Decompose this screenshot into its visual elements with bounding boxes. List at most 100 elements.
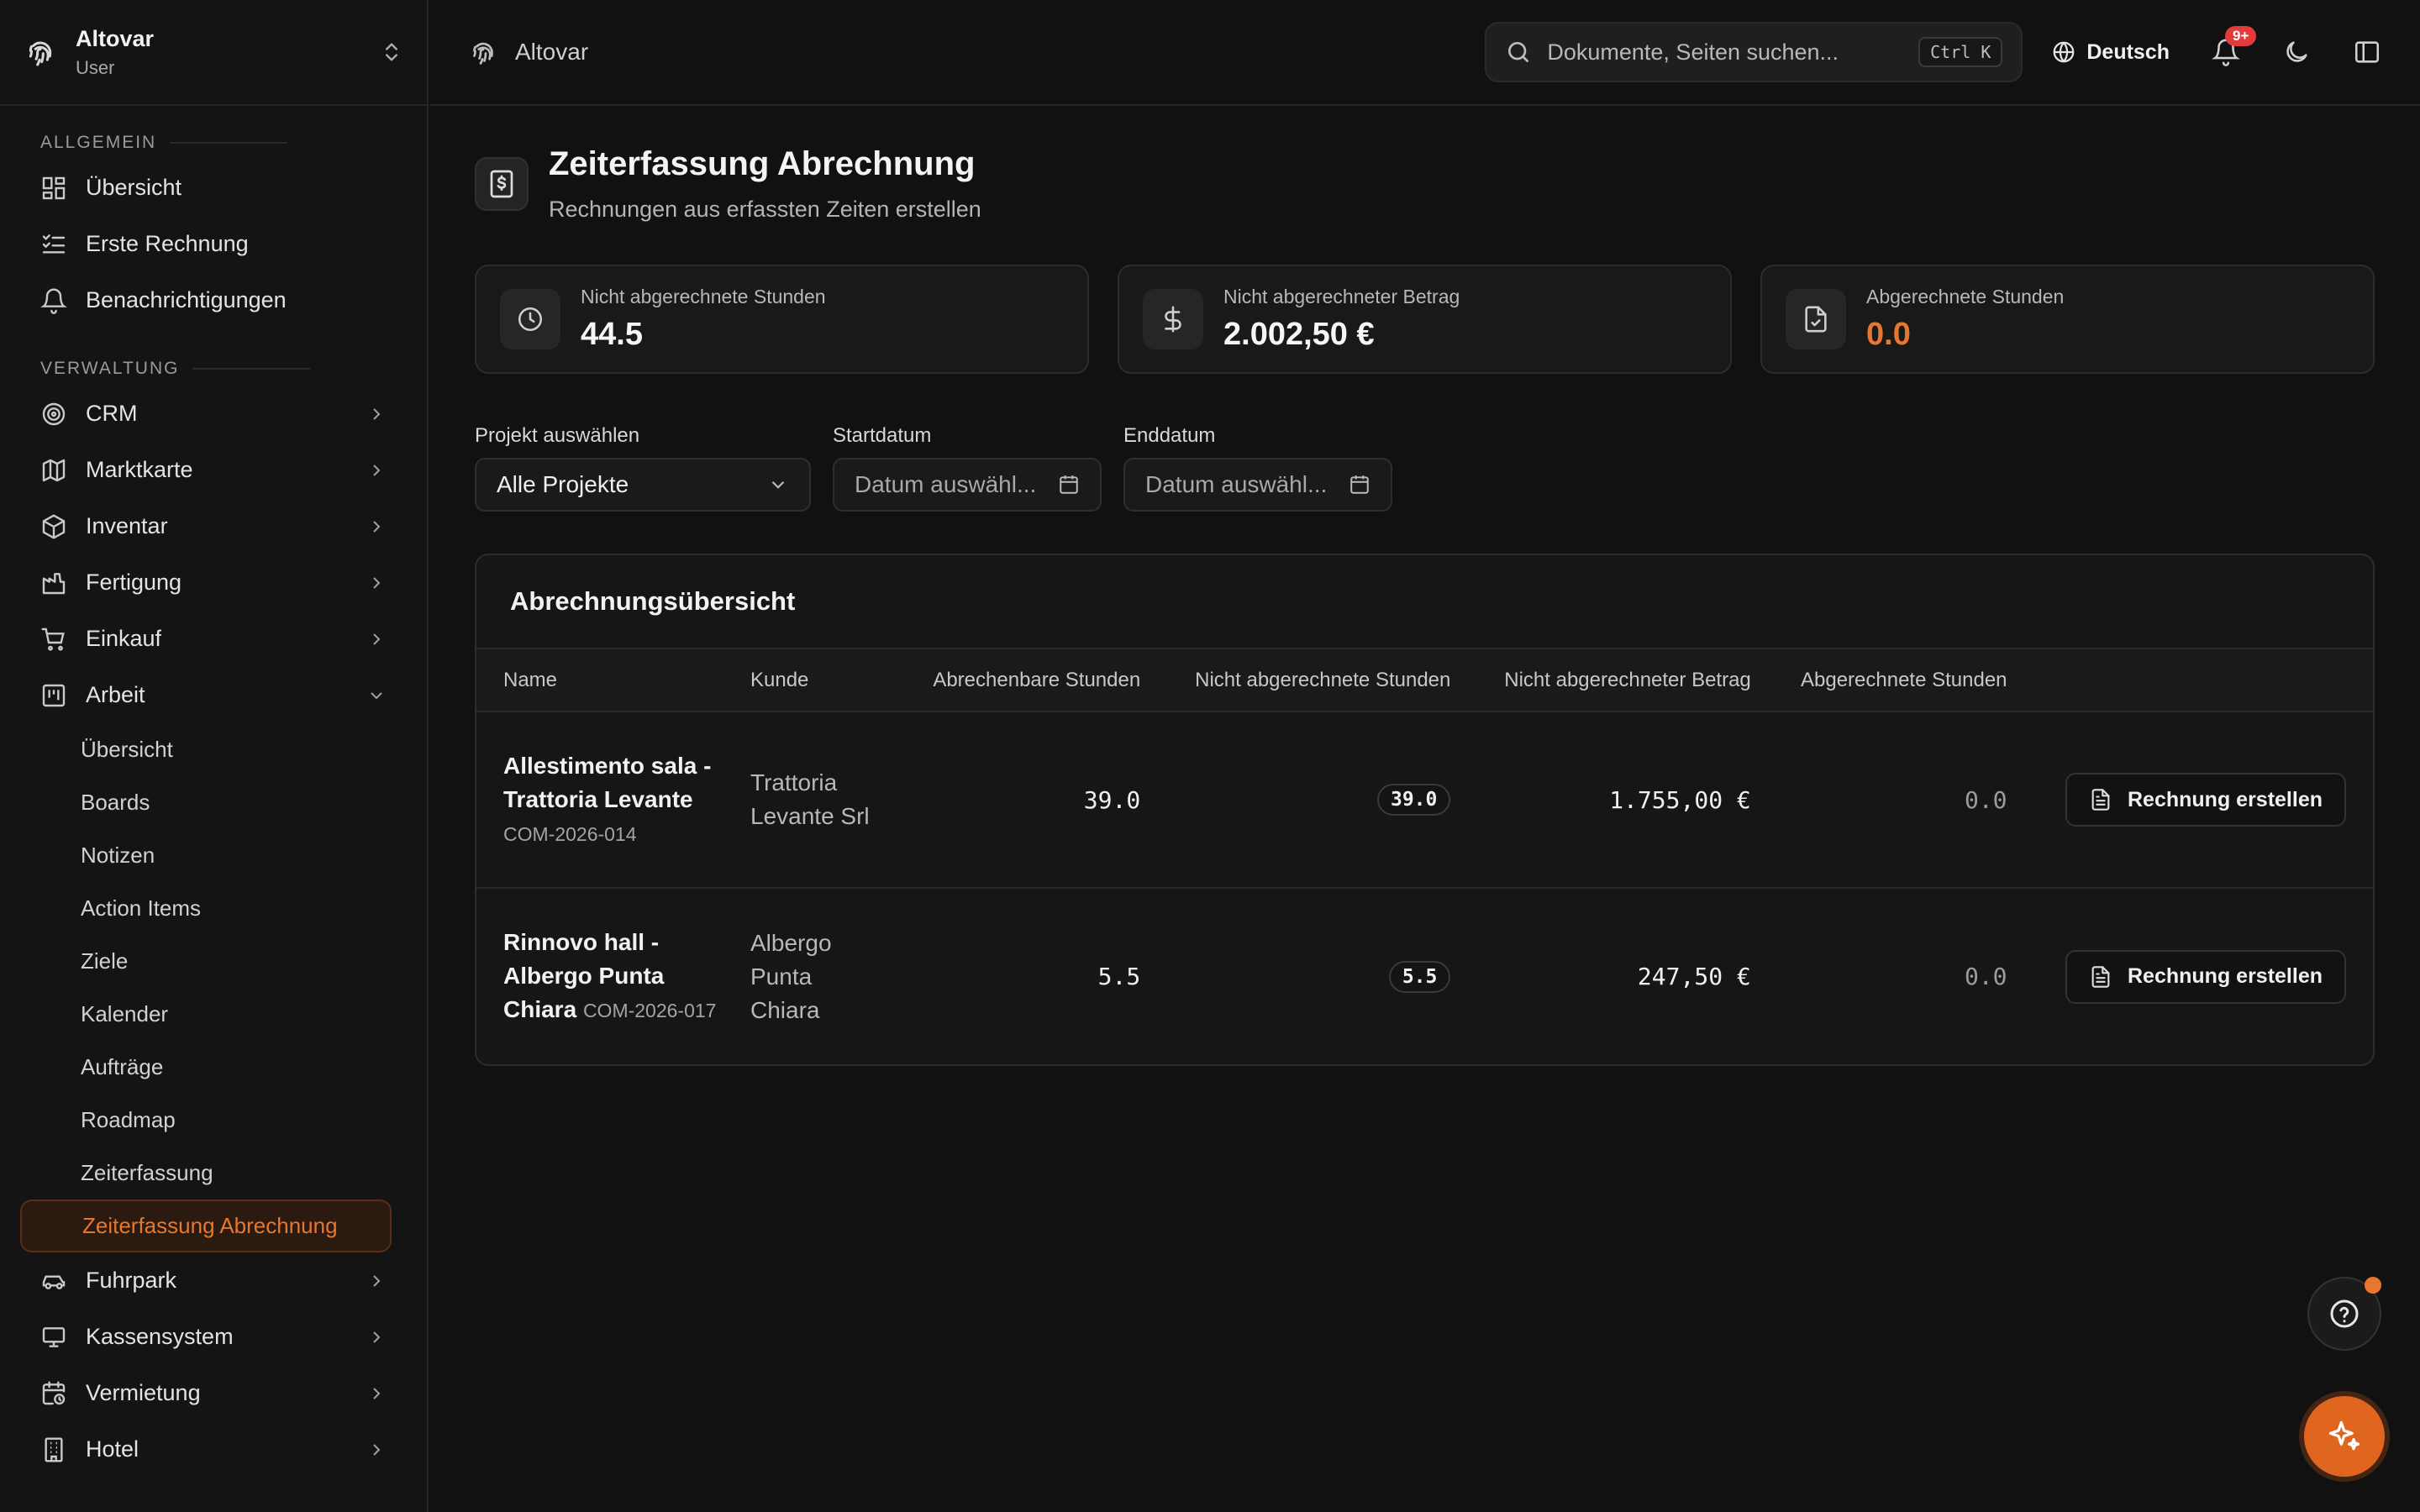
sidebar-item-hotel[interactable]: Hotel [0, 1421, 427, 1478]
column-header-kunde[interactable]: Kunde [737, 649, 897, 711]
stats-row: Nicht abgerechnete Stunden 44.5 Nicht ab… [475, 265, 2375, 374]
list-check-icon [42, 234, 66, 254]
language-switcher[interactable]: Deutsch [2051, 39, 2170, 65]
billable-hours: 5.5 [897, 887, 1155, 1064]
stat-value: 44.5 [581, 317, 643, 352]
sidebar-item-erste-rechnung[interactable]: Erste Rechnung [0, 216, 427, 272]
help-indicator-dot [2365, 1277, 2381, 1294]
sidebar-subitem-uebersicht[interactable]: Übersicht [0, 723, 427, 776]
sidebar-subitem-ziele[interactable]: Ziele [0, 935, 427, 988]
page-header: Zeiterfassung Abrechnung Rechnungen aus … [475, 140, 2375, 223]
receipt-icon [490, 170, 513, 198]
file-text-icon [2091, 965, 2110, 988]
sidebar-subitem-kalender[interactable]: Kalender [0, 988, 427, 1041]
project-name-cell: Allestimento sala - Trattoria Levante CO… [476, 711, 737, 888]
create-invoice-label: Rechnung erstellen [2128, 787, 2323, 811]
unbilled-amount: 247,50 € [1464, 887, 1765, 1064]
sidebar: Altovar User ALLGEMEIN Übersicht Erste R… [0, 0, 429, 1512]
theme-toggle-button[interactable] [2282, 38, 2311, 66]
notifications-button[interactable]: 9+ [2212, 26, 2257, 66]
shortcut-hint: Ctrl K [1918, 37, 2003, 67]
start-date-placeholder: Datum auswähl... [855, 471, 1037, 497]
project-filter-label: Projekt auswählen [475, 424, 640, 447]
customer-name: Albergo Punta Chiara [737, 887, 897, 1064]
sidebar-subitem-notizen[interactable]: Notizen [0, 829, 427, 882]
help-button[interactable] [2307, 1277, 2381, 1351]
ai-assistant-button[interactable] [2304, 1396, 2385, 1477]
moon-icon [2286, 41, 2307, 62]
project-name[interactable]: Allestimento sala - Trattoria Levante [503, 753, 711, 812]
billing-table: Name Kunde Abrechenbare Stunden Nicht ab… [476, 649, 2373, 1064]
sidebar-item-crm[interactable]: CRM [0, 386, 427, 442]
monitor-icon [42, 1326, 66, 1347]
sidebar-item-inventar[interactable]: Inventar [0, 498, 427, 554]
sidebar-item-kassensystem[interactable]: Kassensystem [0, 1309, 427, 1365]
sidebar-item-uebersicht[interactable]: Übersicht [0, 160, 427, 216]
billed-hours: 0.0 [1764, 711, 2021, 888]
project-code: COM-2026-014 [503, 822, 637, 845]
column-header-unbilled-amount[interactable]: Nicht abgerechneter Betrag [1464, 649, 1764, 711]
page-title: Zeiterfassung Abrechnung [549, 145, 976, 182]
topbar: Altovar Ctrl K Deutsch 9+ [429, 0, 2420, 106]
project-select[interactable]: Alle Projekte [475, 458, 811, 512]
stat-card-unbilled-amount: Nicht abgerechneter Betrag 2.002,50 € [1118, 265, 1732, 374]
chevron-right-icon [373, 1443, 381, 1456]
kanban-icon [42, 684, 66, 706]
sidebar-subitem-zeiterfassung-abrechnung[interactable]: Zeiterfassung Abrechnung [20, 1200, 392, 1252]
filter-row: Projekt auswählen Alle Projekte Startdat… [475, 424, 2375, 512]
chevron-right-icon [373, 1387, 381, 1399]
box-icon [42, 513, 66, 539]
create-invoice-button[interactable]: Rechnung erstellen [2065, 949, 2346, 1004]
dashboard-icon [42, 176, 66, 199]
project-name-cell: Rinnovo hall - Albergo Punta Chiara COM-… [476, 887, 737, 1064]
breadcrumb: Altovar [468, 37, 1485, 67]
workspace-switcher[interactable]: Altovar User [0, 0, 427, 106]
project-code: COM-2026-017 [582, 1000, 717, 1021]
sidebar-item-fuhrpark[interactable]: Fuhrpark [0, 1252, 427, 1309]
language-label: Deutsch [2086, 39, 2170, 64]
column-header-name[interactable]: Name [476, 649, 737, 711]
start-date-picker[interactable]: Datum auswähl... [833, 458, 1102, 512]
search-box[interactable]: Ctrl K [1485, 22, 2023, 82]
billing-overview-card: Abrechnungsübersicht Name Kunde Abrechen… [475, 554, 2375, 1066]
column-header-unbilled-hours[interactable]: Nicht abgerechnete Stunden [1154, 649, 1464, 711]
map-icon [42, 459, 66, 481]
end-date-picker[interactable]: Datum auswähl... [1123, 458, 1392, 512]
page-icon [475, 157, 529, 211]
sidebar-subitem-zeiterfassung[interactable]: Zeiterfassung [0, 1147, 427, 1200]
help-circle-icon [2330, 1299, 2359, 1328]
target-icon [42, 402, 66, 425]
factory-icon [42, 572, 66, 594]
sidebar-item-fertigung[interactable]: Fertigung [0, 554, 427, 611]
chevron-right-icon [373, 633, 381, 645]
toggle-sidebar-button[interactable] [2353, 38, 2381, 66]
chevrons-up-down-icon [386, 43, 397, 61]
sidebar-subitem-boards[interactable]: Boards [0, 776, 427, 829]
user-role: User [76, 56, 115, 78]
breadcrumb-label[interactable]: Altovar [515, 39, 588, 66]
unbilled-amount: 1.755,00 € [1464, 711, 1765, 888]
unbilled-hours-badge: 39.0 [1376, 784, 1451, 816]
sidebar-item-vermietung[interactable]: Vermietung [0, 1365, 427, 1421]
sidebar-item-einkauf[interactable]: Einkauf [0, 611, 427, 667]
sidebar-subitem-action-items[interactable]: Action Items [0, 882, 427, 935]
stat-value: 0.0 [1866, 317, 1911, 352]
sidebar-subitem-auftraege[interactable]: Aufträge [0, 1041, 427, 1094]
sidebar-subitem-roadmap[interactable]: Roadmap [0, 1094, 427, 1147]
column-header-billable-hours[interactable]: Abrechenbare Stunden [897, 649, 1154, 711]
section-allgemein: ALLGEMEIN [0, 126, 427, 160]
notification-badge: 9+ [2225, 26, 2257, 46]
sidebar-item-benachrichtigungen[interactable]: Benachrichtigungen [0, 272, 427, 328]
file-text-icon [2091, 789, 2110, 811]
app-name: Altovar [76, 25, 155, 51]
stat-label: Nicht abgerechnete Stunden [581, 286, 826, 307]
create-invoice-button[interactable]: Rechnung erstellen [2065, 773, 2346, 827]
search-input[interactable] [1547, 39, 1904, 66]
project-select-value: Alle Projekte [497, 471, 629, 497]
column-header-billed-hours[interactable]: Abgerechnete Stunden [1765, 649, 2021, 711]
customer-name: Trattoria Levante Srl [737, 711, 897, 888]
sidebar-item-marktkarte[interactable]: Marktkarte [0, 442, 427, 498]
table-title: Abrechnungsübersicht [476, 555, 2373, 649]
sidebar-item-arbeit[interactable]: Arbeit [0, 667, 427, 723]
end-date-label: Enddatum [1123, 424, 1216, 447]
